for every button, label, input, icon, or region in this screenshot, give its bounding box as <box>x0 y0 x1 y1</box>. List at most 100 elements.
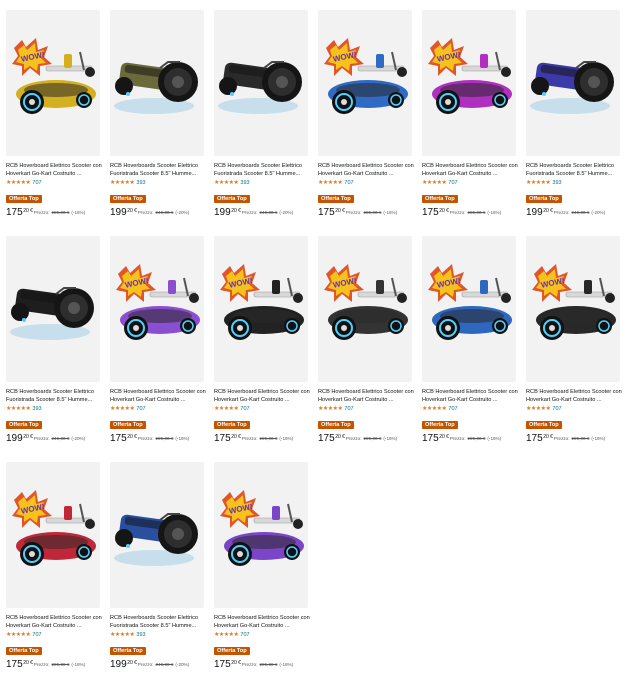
product-card-7[interactable]: RCB Hoverboards Scooter Elettrico Fuoris… <box>6 236 104 462</box>
product-title[interactable]: RCB Hoverboards Scooter Elettrico Fuoris… <box>110 614 208 630</box>
review-count[interactable]: 707 <box>32 632 41 638</box>
price-row: 175 20 € Prezzo: 209,00 € (-16%) <box>422 208 520 218</box>
rating-row: ★★★★★ 707 <box>422 179 520 187</box>
product-title[interactable]: RCB Hoverboard Elettrico Scooter con Hov… <box>214 614 312 630</box>
product-image[interactable]: WOW! <box>422 236 516 382</box>
product-image[interactable] <box>110 10 204 156</box>
price-row: 175 20 € Prezzo: 209,00 € (-16%) <box>526 434 624 444</box>
product-card-13[interactable]: WOW! RCB Hoverboard Elettrico Scooter co… <box>6 462 104 688</box>
review-count[interactable]: 393 <box>240 180 249 186</box>
product-title[interactable]: RCB Hoverboard Elettrico Scooter con Hov… <box>422 388 520 404</box>
product-card-3[interactable]: RCB Hoverboards Scooter Elettrico Fuoris… <box>214 10 312 236</box>
product-title[interactable]: RCB Hoverboard Elettrico Scooter con Hov… <box>110 388 208 404</box>
product-card-4[interactable]: WOW! RCB Hoverboard Elettrico Scooter co… <box>318 10 416 236</box>
list-price: 209,00 € <box>571 436 590 441</box>
product-image[interactable]: WOW! <box>526 236 620 382</box>
price-label: Prezzo: <box>449 436 466 441</box>
offroad-hoverboard-illustration <box>114 513 198 566</box>
product-title[interactable]: RCB Hoverboards Scooter Elettrico Fuoris… <box>526 162 624 178</box>
product-card-10[interactable]: WOW! RCB Hoverboard Elettrico Scooter co… <box>318 236 416 462</box>
product-image[interactable] <box>214 10 308 156</box>
star-rating-icon[interactable]: ★★★★★ <box>526 406 551 412</box>
price-row: 199 20 € Prezzo: 249,00 € (-20%) <box>6 434 104 444</box>
product-image[interactable] <box>6 236 100 382</box>
product-image[interactable]: WOW! <box>318 10 412 156</box>
product-title[interactable]: RCB Hoverboard Elettrico Scooter con Hov… <box>6 614 104 630</box>
star-rating-icon[interactable]: ★★★★★ <box>6 406 31 412</box>
product-card-2[interactable]: RCB Hoverboards Scooter Elettrico Fuoris… <box>110 10 208 236</box>
price-row: 199 20 € Prezzo: 249,00 € (-20%) <box>526 208 624 218</box>
star-rating-icon[interactable]: ★★★★★ <box>422 406 447 412</box>
product-card-15[interactable]: WOW! RCB Hoverboard Elettrico Scooter co… <box>214 462 312 688</box>
product-image[interactable] <box>110 462 204 608</box>
review-count[interactable]: 707 <box>136 406 145 412</box>
product-image[interactable]: WOW! <box>6 462 100 608</box>
offroad-hoverboard-illustration <box>10 287 94 340</box>
product-card-9[interactable]: WOW! RCB Hoverboard Elettrico Scooter co… <box>214 236 312 462</box>
review-count[interactable]: 393 <box>136 632 145 638</box>
deal-badge: Offerta Top <box>6 195 42 203</box>
price-row: 175 20 € Prezzo: 209,00 € (-16%) <box>110 434 208 444</box>
product-title[interactable]: RCB Hoverboard Elettrico Scooter con Hov… <box>318 388 416 404</box>
review-count[interactable]: 707 <box>240 632 249 638</box>
list-price: 209,00 € <box>155 436 174 441</box>
product-title[interactable]: RCB Hoverboards Scooter Elettrico Fuoris… <box>214 162 312 178</box>
product-image[interactable]: WOW! <box>318 236 412 382</box>
product-title[interactable]: RCB Hoverboards Scooter Elettrico Fuoris… <box>6 388 104 404</box>
review-count[interactable]: 707 <box>448 180 457 186</box>
star-rating-icon[interactable]: ★★★★★ <box>318 180 343 186</box>
product-image[interactable]: WOW! <box>110 236 204 382</box>
discount-percent: (-16%) <box>279 662 294 667</box>
product-title[interactable]: RCB Hoverboard Elettrico Scooter con Hov… <box>422 162 520 178</box>
product-card-6[interactable]: RCB Hoverboards Scooter Elettrico Fuoris… <box>526 10 624 236</box>
product-title[interactable]: RCB Hoverboard Elettrico Scooter con Hov… <box>318 162 416 178</box>
star-rating-icon[interactable]: ★★★★★ <box>422 180 447 186</box>
product-card-11[interactable]: WOW! RCB Hoverboard Elettrico Scooter co… <box>422 236 520 462</box>
star-rating-icon[interactable]: ★★★★★ <box>318 406 343 412</box>
review-count[interactable]: 393 <box>32 406 41 412</box>
product-image[interactable]: WOW! <box>6 10 100 156</box>
review-count[interactable]: 707 <box>552 406 561 412</box>
product-image[interactable]: WOW! <box>422 10 516 156</box>
review-count[interactable]: 707 <box>32 180 41 186</box>
star-rating-icon[interactable]: ★★★★★ <box>110 180 135 186</box>
price-fraction: 20 € <box>439 434 449 440</box>
product-card-5[interactable]: WOW! RCB Hoverboard Elettrico Scooter co… <box>422 10 520 236</box>
product-image[interactable]: WOW! <box>214 236 308 382</box>
star-rating-icon[interactable]: ★★★★★ <box>110 632 135 638</box>
star-rating-icon[interactable]: ★★★★★ <box>526 180 551 186</box>
star-rating-icon[interactable]: ★★★★★ <box>110 406 135 412</box>
price-fraction: 20 € <box>231 208 241 214</box>
review-count[interactable]: 393 <box>552 180 561 186</box>
product-card-1[interactable]: WOW! RCB Hoverboard Elettrico Scooter co… <box>6 10 104 236</box>
deal-badge: Offerta Top <box>6 647 42 655</box>
product-card-12[interactable]: WOW! RCB Hoverboard Elettrico Scooter co… <box>526 236 624 462</box>
star-rating-icon[interactable]: ★★★★★ <box>6 180 31 186</box>
star-rating-icon[interactable]: ★★★★★ <box>214 180 239 186</box>
product-title[interactable]: RCB Hoverboard Elettrico Scooter con Hov… <box>6 162 104 178</box>
review-count[interactable]: 707 <box>344 180 353 186</box>
review-count[interactable]: 707 <box>344 406 353 412</box>
product-title[interactable]: RCB Hoverboard Elettrico Scooter con Hov… <box>214 388 312 404</box>
star-rating-icon[interactable]: ★★★★★ <box>6 632 31 638</box>
product-card-14[interactable]: RCB Hoverboards Scooter Elettrico Fuoris… <box>110 462 208 688</box>
product-image[interactable]: WOW! <box>214 462 308 608</box>
review-count[interactable]: 707 <box>448 406 457 412</box>
product-title[interactable]: RCB Hoverboards Scooter Elettrico Fuoris… <box>110 162 208 178</box>
star-rating-icon[interactable]: ★★★★★ <box>214 406 239 412</box>
star-rating-icon[interactable]: ★★★★★ <box>214 632 239 638</box>
discount-percent: (-20%) <box>175 662 190 667</box>
review-count[interactable]: 707 <box>240 406 249 412</box>
product-card-8[interactable]: WOW! RCB Hoverboard Elettrico Scooter co… <box>110 236 208 462</box>
price-fraction: 20 € <box>231 660 241 666</box>
list-price: 209,00 € <box>363 436 382 441</box>
list-price: 209,00 € <box>467 210 486 215</box>
price-whole: 199 <box>110 207 127 218</box>
product-title[interactable]: RCB Hoverboard Elettrico Scooter con Hov… <box>526 388 624 404</box>
product-image[interactable] <box>526 10 620 156</box>
price-label: Prezzo: <box>449 210 466 215</box>
review-count[interactable]: 393 <box>136 180 145 186</box>
rating-row: ★★★★★ 393 <box>526 179 624 187</box>
price-label: Prezzo: <box>345 436 362 441</box>
price-row: 175 20 € Prezzo: 209,00 € (-16%) <box>422 434 520 444</box>
